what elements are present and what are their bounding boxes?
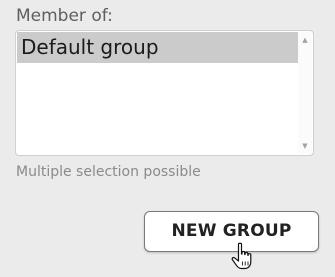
group-listbox[interactable]: Default group ▲ ▼ [15,30,314,156]
multiple-selection-hint: Multiple selection possible [16,164,201,180]
group-options: Default group [17,32,298,154]
group-option-default[interactable]: Default group [17,32,298,63]
listbox-scrollbar[interactable]: ▲ ▼ [298,32,312,154]
scroll-down-arrow-icon[interactable]: ▼ [298,140,312,152]
member-of-label: Member of: [16,6,113,26]
hand-pointer-cursor-icon [231,242,252,270]
scroll-up-arrow-icon[interactable]: ▲ [298,34,312,46]
